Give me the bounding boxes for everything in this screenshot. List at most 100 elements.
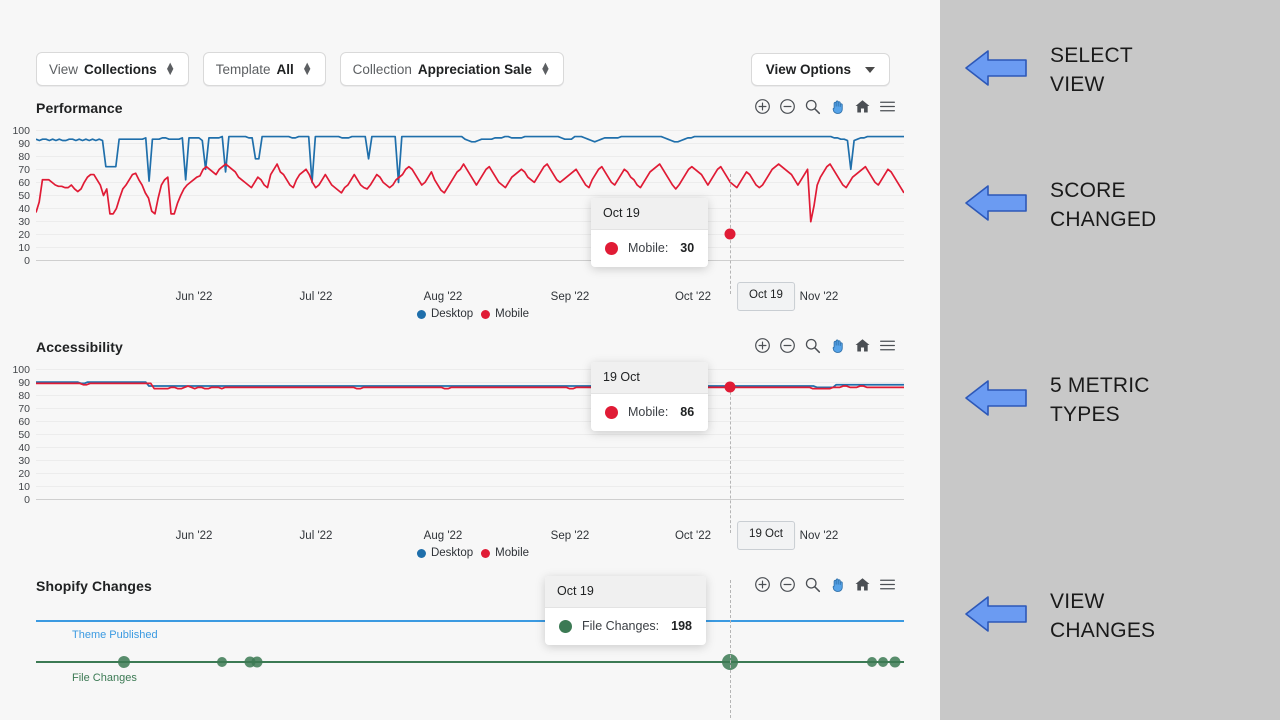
pan-hand-icon[interactable] xyxy=(829,337,846,354)
timeline-event[interactable] xyxy=(867,657,877,667)
tooltip-date: Oct 19 xyxy=(591,198,709,230)
legend-dot-icon xyxy=(481,309,491,319)
annotation-line: CHANGED xyxy=(1050,207,1157,231)
annotation-view-changes: VIEW CHANGES xyxy=(962,588,1155,646)
y-tick: 70 xyxy=(18,164,30,176)
zoom-out-icon[interactable] xyxy=(779,576,796,593)
timeline-event[interactable] xyxy=(251,656,263,668)
tooltip-row: File Changes: 198 xyxy=(545,608,706,645)
timeline-event[interactable] xyxy=(217,657,227,667)
updown-icon: ▲ ▼ xyxy=(539,60,551,78)
home-icon[interactable] xyxy=(854,576,871,593)
shopify-changes-timeline[interactable]: Theme Published File Changes xyxy=(36,580,904,718)
x-tick: Aug '22 xyxy=(423,530,463,542)
timeline-event[interactable] xyxy=(878,657,888,667)
view-dropdown[interactable]: View Collections ▲ ▼ xyxy=(36,52,189,86)
performance-plot[interactable]: 100 90 80 70 60 50 40 30 20 10 0 xyxy=(12,126,904,294)
annotation-text: SCORE CHANGED xyxy=(1050,177,1156,235)
y-tick: 90 xyxy=(18,138,30,150)
left-arrow-icon xyxy=(962,179,1030,232)
y-tick: 0 xyxy=(24,494,30,506)
y-tick: 10 xyxy=(18,242,30,254)
x-tick: Oct '22 xyxy=(674,291,712,303)
legend-desktop[interactable]: Desktop xyxy=(416,547,474,559)
timeline-event[interactable] xyxy=(889,656,901,668)
legend-label: Mobile xyxy=(495,547,530,559)
tooltip-dot-icon xyxy=(605,241,618,255)
tooltip-value: 198 xyxy=(671,619,692,633)
legend-mobile[interactable]: Mobile xyxy=(481,547,529,559)
legend-label: Desktop xyxy=(430,308,474,320)
legend-desktop[interactable]: Desktop xyxy=(416,308,474,320)
tooltip-row: Mobile: 30 xyxy=(591,230,708,267)
y-tick: 100 xyxy=(12,125,30,137)
tooltip-row: Mobile: 86 xyxy=(591,394,708,431)
y-tick: 70 xyxy=(18,403,30,415)
legend-dot-icon xyxy=(416,309,426,319)
x-tick: Sep '22 xyxy=(550,291,590,303)
magnifier-icon[interactable] xyxy=(804,337,821,354)
y-tick: 10 xyxy=(18,481,30,493)
tooltip-dot-icon xyxy=(605,405,618,419)
annotation-line: CHANGES xyxy=(1050,618,1156,642)
chart-legend: Desktop Mobile xyxy=(416,308,529,320)
view-dropdown-value: Collections xyxy=(84,61,157,77)
chart-toolbar xyxy=(754,98,896,115)
highlighted-point xyxy=(724,381,736,393)
tooltip-value: 30 xyxy=(680,241,695,255)
updown-icon: ▲ ▼ xyxy=(301,60,313,78)
zoom-in-icon[interactable] xyxy=(754,98,771,115)
annotation-line: VIEW xyxy=(1050,72,1105,96)
y-tick: 80 xyxy=(18,390,30,402)
zoom-out-icon[interactable] xyxy=(779,98,796,115)
pan-hand-icon[interactable] xyxy=(829,576,846,593)
home-icon[interactable] xyxy=(854,98,871,115)
performance-series xyxy=(36,130,904,261)
tooltip-label: File Changes: xyxy=(582,619,660,633)
y-tick: 100 xyxy=(12,364,30,376)
timeline-event[interactable] xyxy=(118,656,130,668)
theme-published-track xyxy=(36,620,904,622)
y-tick: 60 xyxy=(18,416,30,428)
collection-dropdown-label: Collection xyxy=(352,61,412,77)
tooltip-label: Mobile: xyxy=(628,405,669,419)
collection-dropdown[interactable]: Collection Appreciation Sale ▲ ▼ xyxy=(339,52,564,86)
menu-icon[interactable] xyxy=(879,576,896,593)
menu-icon[interactable] xyxy=(879,98,896,115)
app-area: View Collections ▲ ▼ Template All ▲ ▼ Coll… xyxy=(0,0,940,720)
y-tick: 60 xyxy=(18,177,30,189)
x-tick: Nov '22 xyxy=(799,530,839,542)
x-tick: Jun '22 xyxy=(175,291,213,303)
legend-dot-icon xyxy=(416,548,426,558)
annotation-line: VIEW xyxy=(1050,590,1105,613)
accessibility-series xyxy=(36,369,904,500)
home-icon[interactable] xyxy=(854,337,871,354)
view-options-button[interactable]: View Options xyxy=(750,53,890,86)
tooltip-date: 19 Oct xyxy=(591,362,709,394)
accessibility-plot[interactable]: 100 90 80 70 60 50 40 30 20 10 0 xyxy=(12,365,904,533)
x-tick: Nov '22 xyxy=(799,291,839,303)
template-dropdown[interactable]: Template All ▲ ▼ xyxy=(202,52,326,86)
pan-hand-icon[interactable] xyxy=(829,98,846,115)
annotation-text: 5 METRIC TYPES xyxy=(1050,372,1150,430)
zoom-out-icon[interactable] xyxy=(779,337,796,354)
tooltip-date: Oct 19 xyxy=(545,576,706,608)
annotation-5-metric-types: 5 METRIC TYPES xyxy=(962,372,1150,430)
legend-label: Desktop xyxy=(430,547,474,559)
file-changes-track xyxy=(36,661,904,663)
legend-dot-icon xyxy=(481,548,491,558)
template-dropdown-value: All xyxy=(276,61,294,77)
legend-mobile[interactable]: Mobile xyxy=(481,308,529,320)
y-tick: 80 xyxy=(18,151,30,163)
magnifier-icon[interactable] xyxy=(804,98,821,115)
zoom-in-icon[interactable] xyxy=(754,576,771,593)
theme-published-label: Theme Published xyxy=(72,629,158,641)
x-tick: Aug '22 xyxy=(423,291,463,303)
x-tick: Jul '22 xyxy=(299,291,333,303)
annotation-score-changed: SCORE CHANGED xyxy=(962,177,1156,235)
zoom-in-icon[interactable] xyxy=(754,337,771,354)
tooltip-label: Mobile: xyxy=(628,241,669,255)
chart-toolbar xyxy=(754,337,896,354)
magnifier-icon[interactable] xyxy=(804,576,821,593)
menu-icon[interactable] xyxy=(879,337,896,354)
